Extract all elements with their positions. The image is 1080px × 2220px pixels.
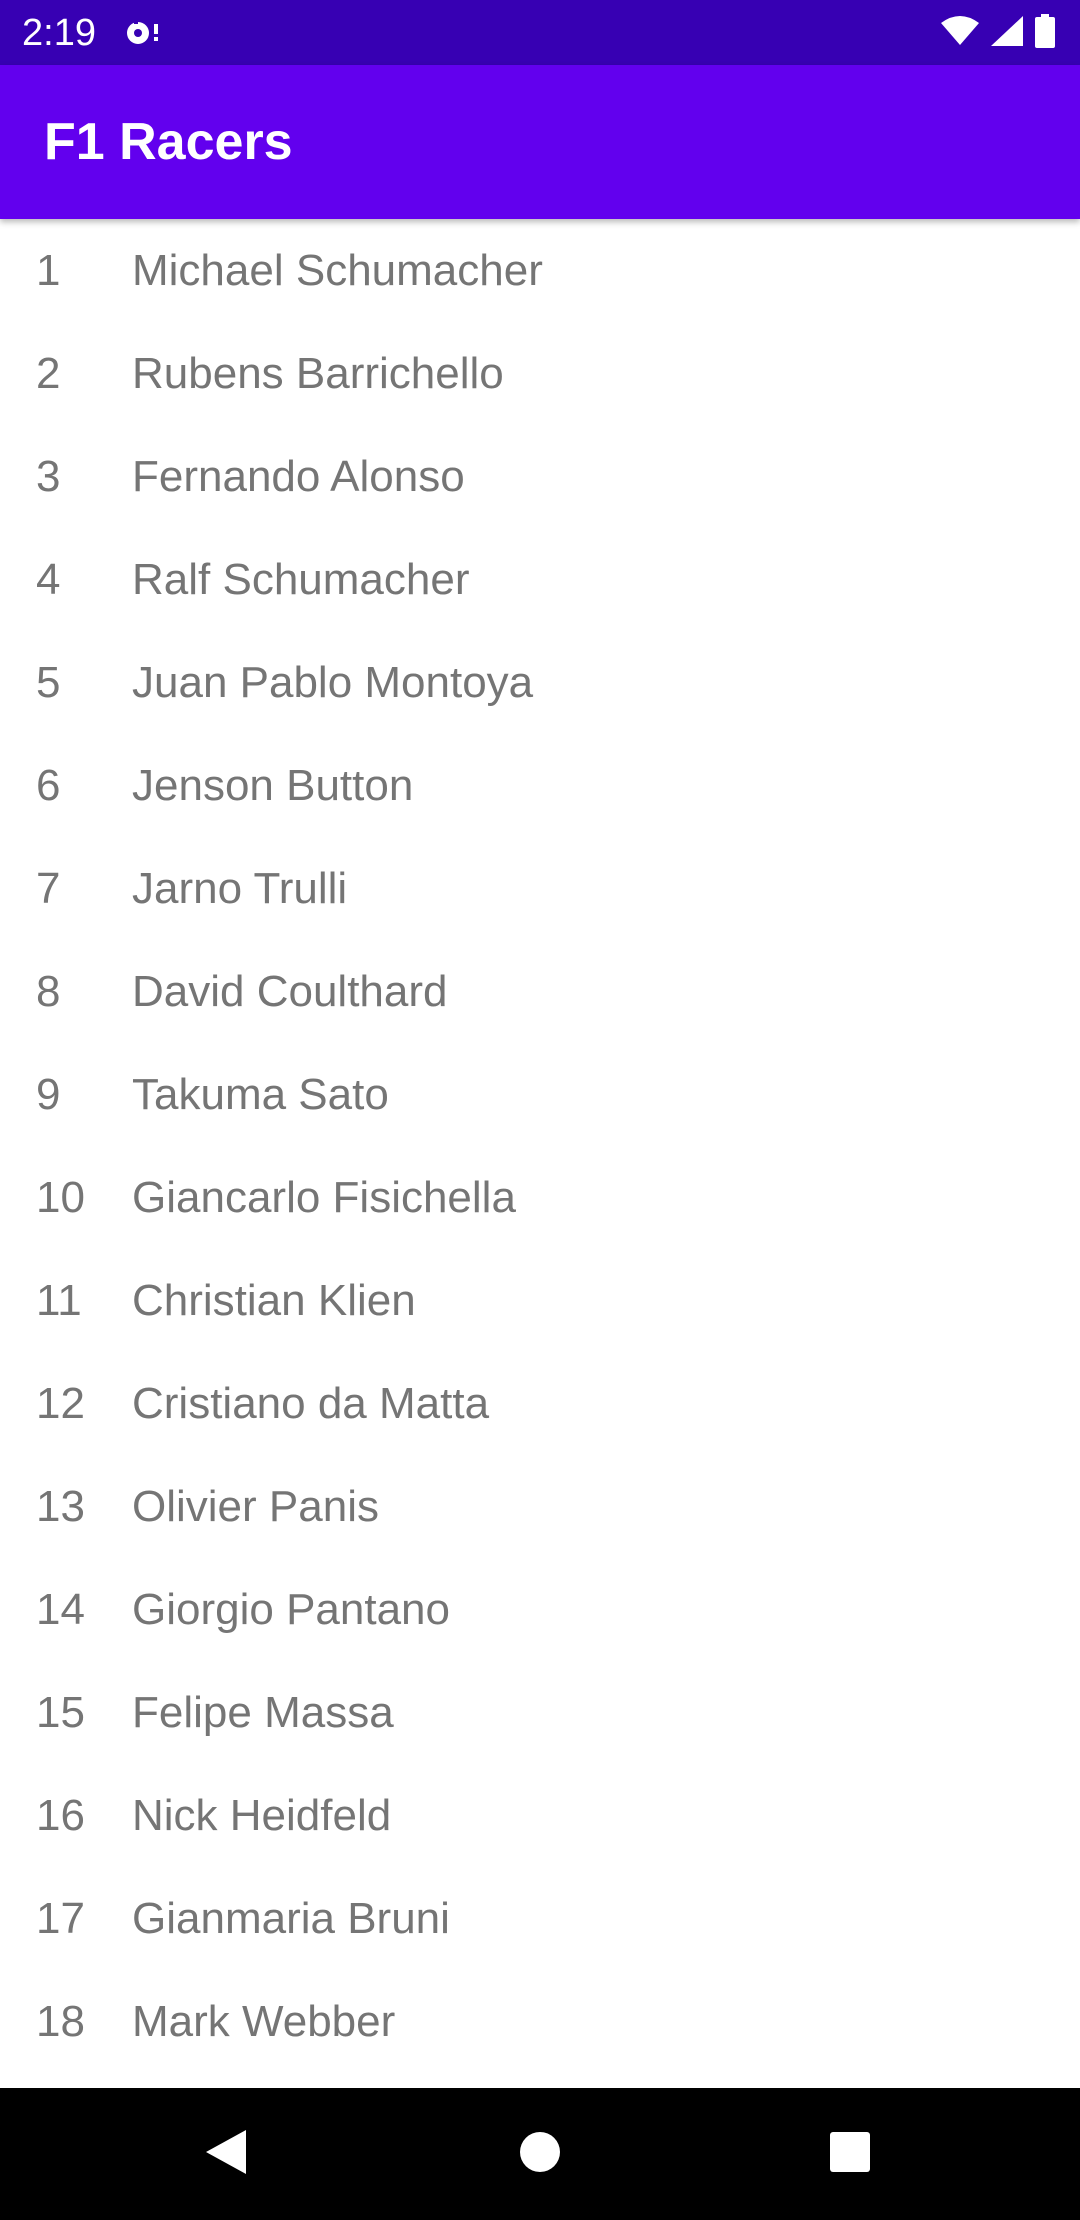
racer-name: Nick Heidfeld	[132, 1791, 392, 1840]
list-item[interactable]: 12 Cristiano da Matta	[0, 1352, 1080, 1455]
racer-number: 3	[36, 452, 61, 501]
racer-name: Gianmaria Bruni	[132, 1894, 450, 1943]
racer-name: Christian Klien	[132, 1276, 416, 1325]
list-item[interactable]: 14 Giorgio Pantano	[0, 1558, 1080, 1661]
racer-name: Cristiano da Matta	[132, 1379, 490, 1428]
racer-name: Olivier Panis	[132, 1482, 379, 1531]
status-icons	[940, 13, 1056, 53]
racer-name: Juan Pablo Montoya	[132, 658, 534, 707]
racer-number: 12	[36, 1379, 85, 1428]
list-item[interactable]: 6 Jenson Button	[0, 734, 1080, 837]
app-title: F1 Racers	[44, 113, 293, 171]
racer-name: Felipe Massa	[132, 1688, 394, 1737]
list-item[interactable]: 1 Michael Schumacher	[0, 219, 1080, 322]
racer-name: Mark Webber	[132, 1997, 396, 2046]
list-item[interactable]: 11 Christian Klien	[0, 1249, 1080, 1352]
list-item[interactable]: 4 Ralf Schumacher	[0, 528, 1080, 631]
racer-number: 4	[36, 555, 61, 604]
battery-icon	[1034, 13, 1056, 53]
racer-name: Giancarlo Fisichella	[132, 1173, 516, 1222]
signal-icon	[990, 15, 1024, 52]
screen: 2:19 F1 Racers 1 Michael Schumacher 2 Ru…	[0, 0, 1080, 2220]
racer-number: 1	[36, 246, 61, 295]
app-bar: F1 Racers	[0, 65, 1080, 219]
home-icon	[519, 2131, 561, 2178]
list-item[interactable]: 8 David Coulthard	[0, 940, 1080, 1043]
recents-icon	[829, 2131, 871, 2178]
racer-number: 13	[36, 1482, 85, 1531]
racer-name: Jenson Button	[132, 761, 414, 810]
racer-number: 7	[36, 864, 61, 913]
racer-name: Giorgio Pantano	[132, 1585, 450, 1634]
racer-name: Fernando Alonso	[132, 452, 465, 501]
racer-number: 14	[36, 1585, 85, 1634]
racer-name: Jarno Trulli	[132, 864, 348, 913]
racer-number: 11	[36, 1276, 82, 1325]
recents-button[interactable]	[770, 2088, 930, 2220]
list-item[interactable]: 2 Rubens Barrichello	[0, 322, 1080, 425]
list-item[interactable]: 13 Olivier Panis	[0, 1455, 1080, 1558]
racer-number: 17	[36, 1894, 85, 1943]
home-button[interactable]	[460, 2088, 620, 2220]
racer-number: 18	[36, 1997, 85, 2046]
racer-list[interactable]: 1 Michael Schumacher 2 Rubens Barrichello …	[0, 219, 1080, 2088]
wifi-icon	[940, 15, 980, 52]
racer-name: Takuma Sato	[132, 1070, 389, 1119]
racer-number: 8	[36, 967, 61, 1016]
list-item[interactable]: 10 Giancarlo Fisichella	[0, 1146, 1080, 1249]
list-item[interactable]: 17 Gianmaria Bruni	[0, 1867, 1080, 1970]
list-item[interactable]: 5 Juan Pablo Montoya	[0, 631, 1080, 734]
list-item[interactable]: 7 Jarno Trulli	[0, 837, 1080, 940]
navigation-bar	[0, 2088, 1080, 2220]
status-time: 2:19	[22, 12, 96, 54]
racer-number: 5	[36, 658, 61, 707]
list-item[interactable]: 16 Nick Heidfeld	[0, 1764, 1080, 1867]
racer-number: 2	[36, 349, 61, 398]
racer-name: David Coulthard	[132, 967, 448, 1016]
back-button[interactable]	[146, 2088, 306, 2220]
list-item[interactable]: 3 Fernando Alonso	[0, 425, 1080, 528]
racer-number: 9	[36, 1070, 61, 1119]
racer-number: 16	[36, 1791, 85, 1840]
list-item[interactable]: 15 Felipe Massa	[0, 1661, 1080, 1764]
racer-number: 6	[36, 761, 61, 810]
racer-name: Michael Schumacher	[132, 246, 543, 295]
list-item[interactable]: 9 Takuma Sato	[0, 1043, 1080, 1146]
racer-name: Ralf Schumacher	[132, 555, 470, 604]
list-item[interactable]: 18 Mark Webber	[0, 1970, 1080, 2073]
status-bar: 2:19	[0, 0, 1080, 65]
racer-number: 15	[36, 1688, 85, 1737]
racer-name: Rubens Barrichello	[132, 349, 504, 398]
back-icon	[204, 2128, 248, 2181]
racer-number: 10	[36, 1173, 85, 1222]
notification-icon	[124, 16, 166, 50]
